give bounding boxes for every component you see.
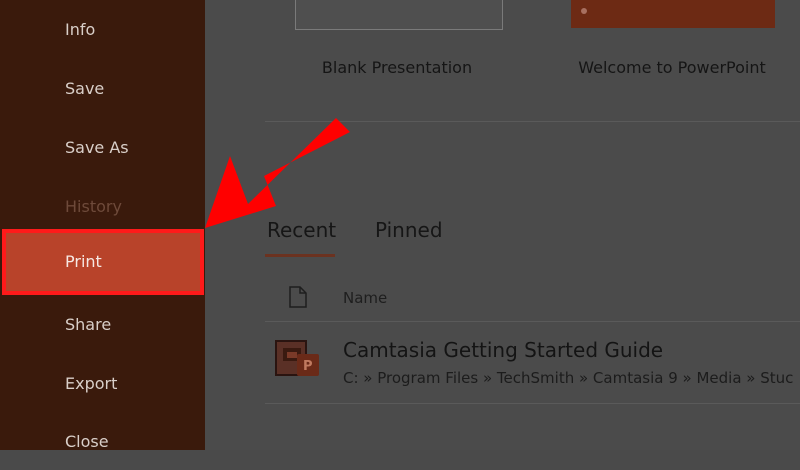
row-divider: [265, 321, 800, 322]
sidebar-item-print[interactable]: Print: [2, 229, 204, 295]
welcome-thumbnail[interactable]: [571, 0, 775, 28]
thumbnail-dot: [581, 8, 587, 14]
column-header-name[interactable]: Name: [343, 289, 387, 307]
blank-presentation-thumbnail[interactable]: [295, 0, 503, 30]
welcome-label[interactable]: Welcome to PowerPoint: [562, 58, 782, 77]
sidebar-item-close[interactable]: Close: [0, 414, 205, 470]
sidebar-item-share[interactable]: Share: [0, 297, 205, 353]
tab-recent[interactable]: Recent: [267, 218, 336, 242]
sidebar-item-export[interactable]: Export: [0, 356, 205, 412]
document-icon: [289, 286, 307, 312]
tab-recent-underline: [265, 254, 335, 257]
blank-presentation-label[interactable]: Blank Presentation: [287, 58, 507, 77]
section-divider: [265, 121, 800, 122]
row-divider: [265, 403, 800, 404]
sidebar-item-history[interactable]: History: [0, 179, 205, 235]
sidebar-item-save[interactable]: Save: [0, 61, 205, 117]
recent-file-path: C: » Program Files » TechSmith » Camtasi…: [343, 369, 794, 387]
tab-pinned[interactable]: Pinned: [375, 218, 443, 242]
svg-text:P: P: [303, 359, 313, 374]
main-panel: Blank Presentation Welcome to PowerPoint…: [205, 0, 800, 450]
sidebar-item-info[interactable]: Info: [0, 2, 205, 58]
powerpoint-file-icon: P: [275, 340, 323, 390]
recent-file-name[interactable]: Camtasia Getting Started Guide: [343, 338, 663, 362]
backstage-sidebar: Info Save Save As History Print Share Ex…: [0, 0, 205, 451]
sidebar-item-save-as[interactable]: Save As: [0, 120, 205, 176]
